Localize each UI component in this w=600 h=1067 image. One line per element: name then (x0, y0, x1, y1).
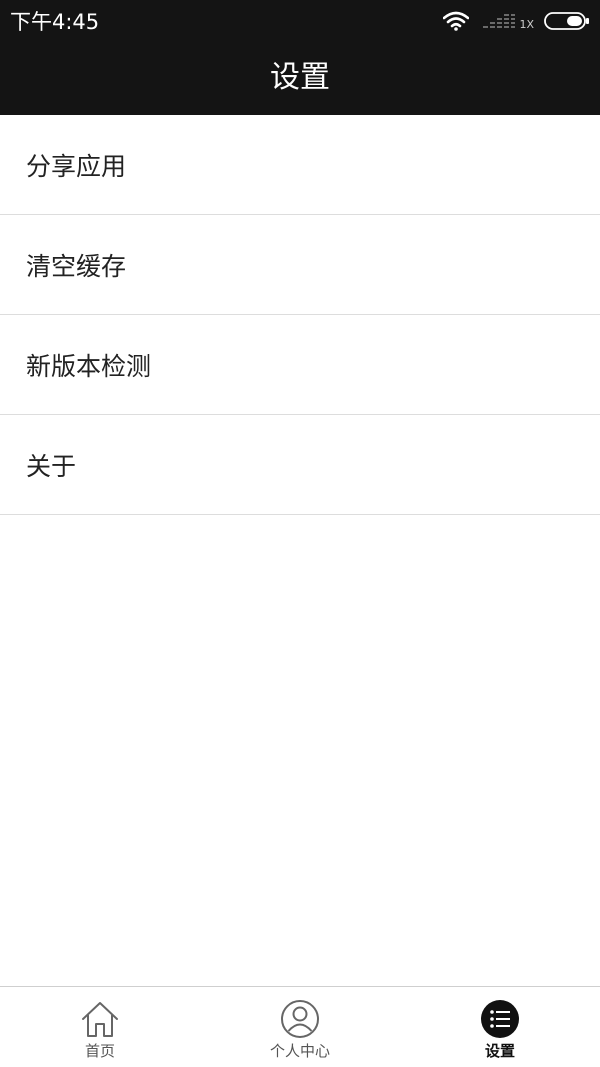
clear-cache-item[interactable]: 清空缓存 (0, 215, 600, 315)
menu-item-label: 分享应用 (26, 151, 127, 181)
status-bar: 下午4:45 1X (0, 0, 600, 44)
tab-label: 首页 (84, 1042, 115, 1060)
status-time: 下午4:45 (10, 10, 100, 34)
network-type-label: 1X (519, 17, 534, 31)
page-title: 设置 (270, 59, 330, 95)
tab-profile[interactable]: 个人中心 (200, 987, 400, 1067)
settings-screen: 下午4:45 1X 设置 分享应用 清空缓存 新版本检测 关于 首页 个人中心 … (0, 0, 600, 1067)
tab-home[interactable]: 首页 (0, 987, 200, 1067)
settings-list: 分享应用 清空缓存 新版本检测 关于 (0, 115, 600, 515)
battery-icon (544, 12, 589, 30)
share-app-item[interactable]: 分享应用 (0, 115, 600, 215)
menu-item-label: 新版本检测 (26, 351, 152, 381)
tab-label: 个人中心 (269, 1042, 330, 1060)
signal-icon (483, 14, 516, 28)
check-update-item[interactable]: 新版本检测 (0, 315, 600, 415)
home-icon (82, 1002, 118, 1037)
menu-item-label: 关于 (26, 451, 77, 481)
bottom-tab-bar: 首页 个人中心 设置 (0, 986, 600, 1067)
status-icons: 1X (443, 8, 590, 34)
about-item[interactable]: 关于 (0, 415, 600, 515)
wifi-icon (443, 11, 470, 31)
user-icon (281, 1000, 319, 1038)
tab-settings[interactable]: 设置 (400, 987, 600, 1067)
tab-label: 设置 (484, 1042, 515, 1060)
menu-item-label: 清空缓存 (26, 251, 127, 281)
header-bar: 设置 (0, 44, 600, 115)
list-icon (481, 1000, 519, 1038)
